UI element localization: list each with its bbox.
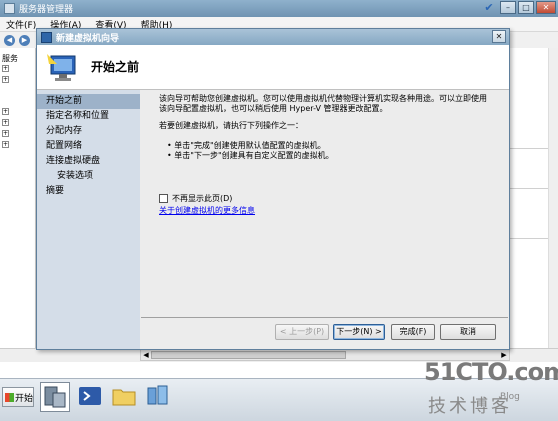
scroll-left-icon[interactable]: ◀ bbox=[141, 350, 151, 360]
more-info-link[interactable]: 关于创建虚拟机的更多信息 bbox=[159, 205, 255, 216]
tree-node[interactable]: + bbox=[2, 65, 9, 72]
back-arrow-icon[interactable]: ◀ bbox=[4, 34, 15, 46]
start-label: 开始 bbox=[15, 393, 34, 404]
bullet-next-text: 单击"下一步"创建具有自定义配置的虚拟机。 bbox=[174, 151, 334, 160]
step-summary[interactable]: 摘要 bbox=[37, 184, 140, 199]
step-install-options[interactable]: 安装选项 bbox=[37, 169, 140, 184]
new-vm-wizard-dialog: 新建虚拟机向导 ✕ 开始之前 开始之前 指定名称和位置 分配内存 配置网络 连接… bbox=[36, 28, 510, 350]
site-watermark: 51CTO.com 技术博客 Blog bbox=[424, 358, 558, 420]
intro-text-line2: 该向导配置虚拟机，也可以稍后使用 Hyper-V 管理器更改配置。 bbox=[159, 104, 388, 113]
step-before-you-begin[interactable]: 开始之前 bbox=[37, 94, 140, 109]
tree-node[interactable]: + bbox=[2, 76, 9, 83]
hyper-v-icon bbox=[147, 385, 168, 405]
dont-show-again-checkbox[interactable] bbox=[159, 194, 168, 203]
server-manager-icon bbox=[4, 3, 15, 14]
taskbar-hyperv[interactable] bbox=[144, 382, 174, 412]
powershell-icon bbox=[79, 387, 101, 405]
forward-arrow-icon[interactable]: ▶ bbox=[19, 34, 30, 46]
tree-node[interactable]: + bbox=[2, 119, 9, 126]
window-controls: ✔ – □ ✕ bbox=[480, 1, 556, 14]
taskbar-explorer[interactable] bbox=[110, 382, 140, 412]
server-manager-app-icon bbox=[44, 386, 66, 408]
vertical-scrollbar[interactable] bbox=[548, 48, 558, 348]
wizard-titlebar: 新建虚拟机向导 ✕ bbox=[37, 29, 509, 45]
previous-button[interactable]: < 上一步(P) bbox=[275, 324, 329, 340]
page-title: 开始之前 bbox=[91, 60, 140, 74]
step-name-location[interactable]: 指定名称和位置 bbox=[37, 109, 140, 124]
taskbar-powershell[interactable] bbox=[76, 382, 106, 412]
server-manager-title: 服务器管理器 bbox=[19, 5, 74, 15]
tree-root-label: 服务 bbox=[2, 54, 18, 63]
bullet-finish-text: 单击"完成"创建使用默认值配置的虚拟机。 bbox=[174, 141, 326, 150]
tree-node[interactable]: + bbox=[2, 130, 9, 137]
watermark-blog: Blog bbox=[500, 392, 520, 402]
wizard-content: 该向导可帮助您创建虚拟机。您可以使用虚拟机代替物理计算机实现各种用途。可以立即使… bbox=[159, 94, 504, 215]
expand-icon[interactable]: + bbox=[2, 65, 9, 72]
step-network[interactable]: 配置网络 bbox=[37, 139, 140, 154]
finish-button[interactable]: 完成(F) bbox=[391, 324, 435, 340]
cancel-button[interactable]: 取消 bbox=[440, 324, 496, 340]
expand-icon[interactable]: + bbox=[2, 119, 9, 126]
step-memory[interactable]: 分配内存 bbox=[37, 124, 140, 139]
navigation-tree: 服务 + + + + + + bbox=[0, 48, 36, 348]
tree-node[interactable]: + bbox=[2, 141, 9, 148]
instruction-text: 若要创建虚拟机，请执行下列操作之一： bbox=[159, 121, 303, 130]
folder-icon bbox=[112, 389, 136, 406]
wizard-close-button[interactable]: ✕ bbox=[492, 30, 506, 43]
intro-text-line1: 该向导可帮助您创建虚拟机。您可以使用虚拟机代替物理计算机实现各种用途。可以立即使… bbox=[159, 94, 487, 103]
maximize-button[interactable]: □ bbox=[518, 1, 534, 14]
watermark-main: 51CTO.com bbox=[424, 358, 558, 386]
minimize-button[interactable]: – bbox=[500, 1, 516, 14]
server-manager-titlebar: 服务器管理器 ✔ – □ ✕ bbox=[0, 0, 558, 17]
dont-show-again-label: 不再显示此页(D) bbox=[172, 194, 233, 203]
arrow-logo-icon: ✔ bbox=[484, 1, 494, 14]
expand-icon[interactable]: + bbox=[2, 76, 9, 83]
windows-flag-icon bbox=[5, 392, 14, 402]
next-button[interactable]: 下一步(N) > bbox=[333, 324, 385, 340]
dont-show-again-row[interactable]: 不再显示此页(D) bbox=[159, 193, 232, 204]
wizard-title: 新建虚拟机向导 bbox=[56, 33, 120, 44]
scroll-thumb[interactable] bbox=[151, 351, 346, 359]
step-virtual-disk[interactable]: 连接虚拟硬盘 bbox=[37, 154, 140, 169]
menu-file[interactable]: 文件(F) bbox=[6, 18, 36, 31]
expand-icon[interactable]: + bbox=[2, 108, 9, 115]
taskbar-server-manager[interactable] bbox=[40, 382, 70, 412]
wizard-steps: 开始之前 指定名称和位置 分配内存 配置网络 连接虚拟硬盘 安装选项 摘要 bbox=[37, 90, 140, 349]
button-separator bbox=[141, 317, 508, 318]
details-pane bbox=[510, 48, 558, 348]
expand-icon[interactable]: + bbox=[2, 130, 9, 137]
wizard-icon bbox=[41, 31, 52, 43]
wizard-header: 开始之前 bbox=[37, 45, 509, 90]
close-button[interactable]: ✕ bbox=[536, 1, 556, 14]
tree-root[interactable]: 服务 bbox=[2, 53, 18, 64]
expand-icon[interactable]: + bbox=[2, 141, 9, 148]
start-button[interactable]: 开始 bbox=[2, 387, 34, 407]
bullet-next: • 单击"下一步"创建具有自定义配置的虚拟机。 bbox=[167, 151, 334, 160]
monitor-icon bbox=[47, 54, 76, 81]
tree-node[interactable]: + bbox=[2, 108, 9, 115]
